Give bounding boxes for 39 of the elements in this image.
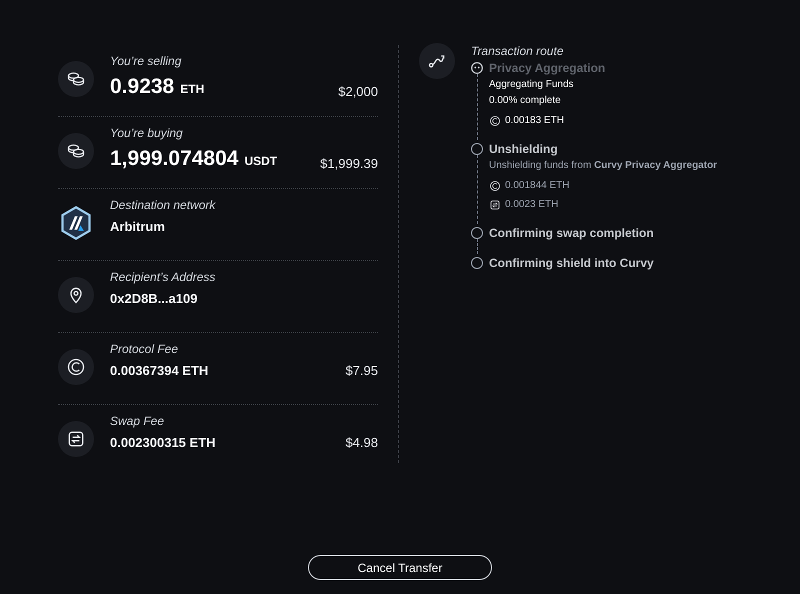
field-value: 0.002300315 ETH: [110, 434, 216, 452]
location-pin-icon: [58, 277, 94, 313]
fiat-value: $2,000: [338, 82, 378, 100]
step-title: Privacy Aggregation: [489, 60, 606, 77]
step-detail: 0.00% complete: [489, 94, 562, 108]
circle-c-icon: [58, 349, 94, 385]
circle-c-icon: [489, 114, 501, 126]
field-label: Protocol Fee: [110, 341, 180, 357]
amount: 1,999.074804: [110, 146, 238, 172]
amount: 0.9238: [110, 74, 174, 100]
circle-c-icon: [489, 180, 501, 192]
section-title: Transaction route: [471, 43, 564, 59]
field-label: You’re buying: [110, 125, 184, 141]
cancel-transfer-button[interactable]: Cancel Transfer: [308, 555, 492, 580]
swap-icon: [58, 421, 94, 457]
coins-icon: [58, 61, 94, 97]
step-title: Unshielding: [489, 141, 559, 158]
fiat-value: $4.98: [345, 434, 378, 452]
fiat-value: $1,999.39: [320, 154, 378, 172]
step-detail: Aggregating Funds: [489, 78, 575, 92]
fee-amount: 0.00183 ETH: [505, 114, 564, 128]
field-value: 0x2D8B...a109: [110, 290, 198, 308]
step-title: Confirming swap completion: [489, 225, 654, 242]
step-title: Confirming shield into Curvy: [489, 255, 654, 272]
fiat-value: $7.95: [345, 362, 378, 380]
swap-icon: [489, 198, 501, 210]
field-label: Recipient’s Address: [110, 269, 216, 285]
fee-amount: 0.0023 ETH: [505, 198, 558, 212]
coins-icon: [58, 133, 94, 169]
fee-amount: 0.001844 ETH: [505, 179, 570, 193]
field-label: You’re selling: [110, 53, 182, 69]
field-label: Swap Fee: [110, 413, 166, 429]
field-value: Arbitrum: [110, 218, 165, 236]
step-detail: Unshielding funds from Curvy Privacy Aggregator: [489, 159, 718, 173]
route-icon: [419, 43, 455, 79]
token-unit: ETH: [180, 81, 204, 98]
field-label: Destination network: [110, 197, 217, 213]
field-value: 0.00367394 ETH: [110, 362, 208, 380]
token-unit: USDT: [244, 153, 278, 170]
